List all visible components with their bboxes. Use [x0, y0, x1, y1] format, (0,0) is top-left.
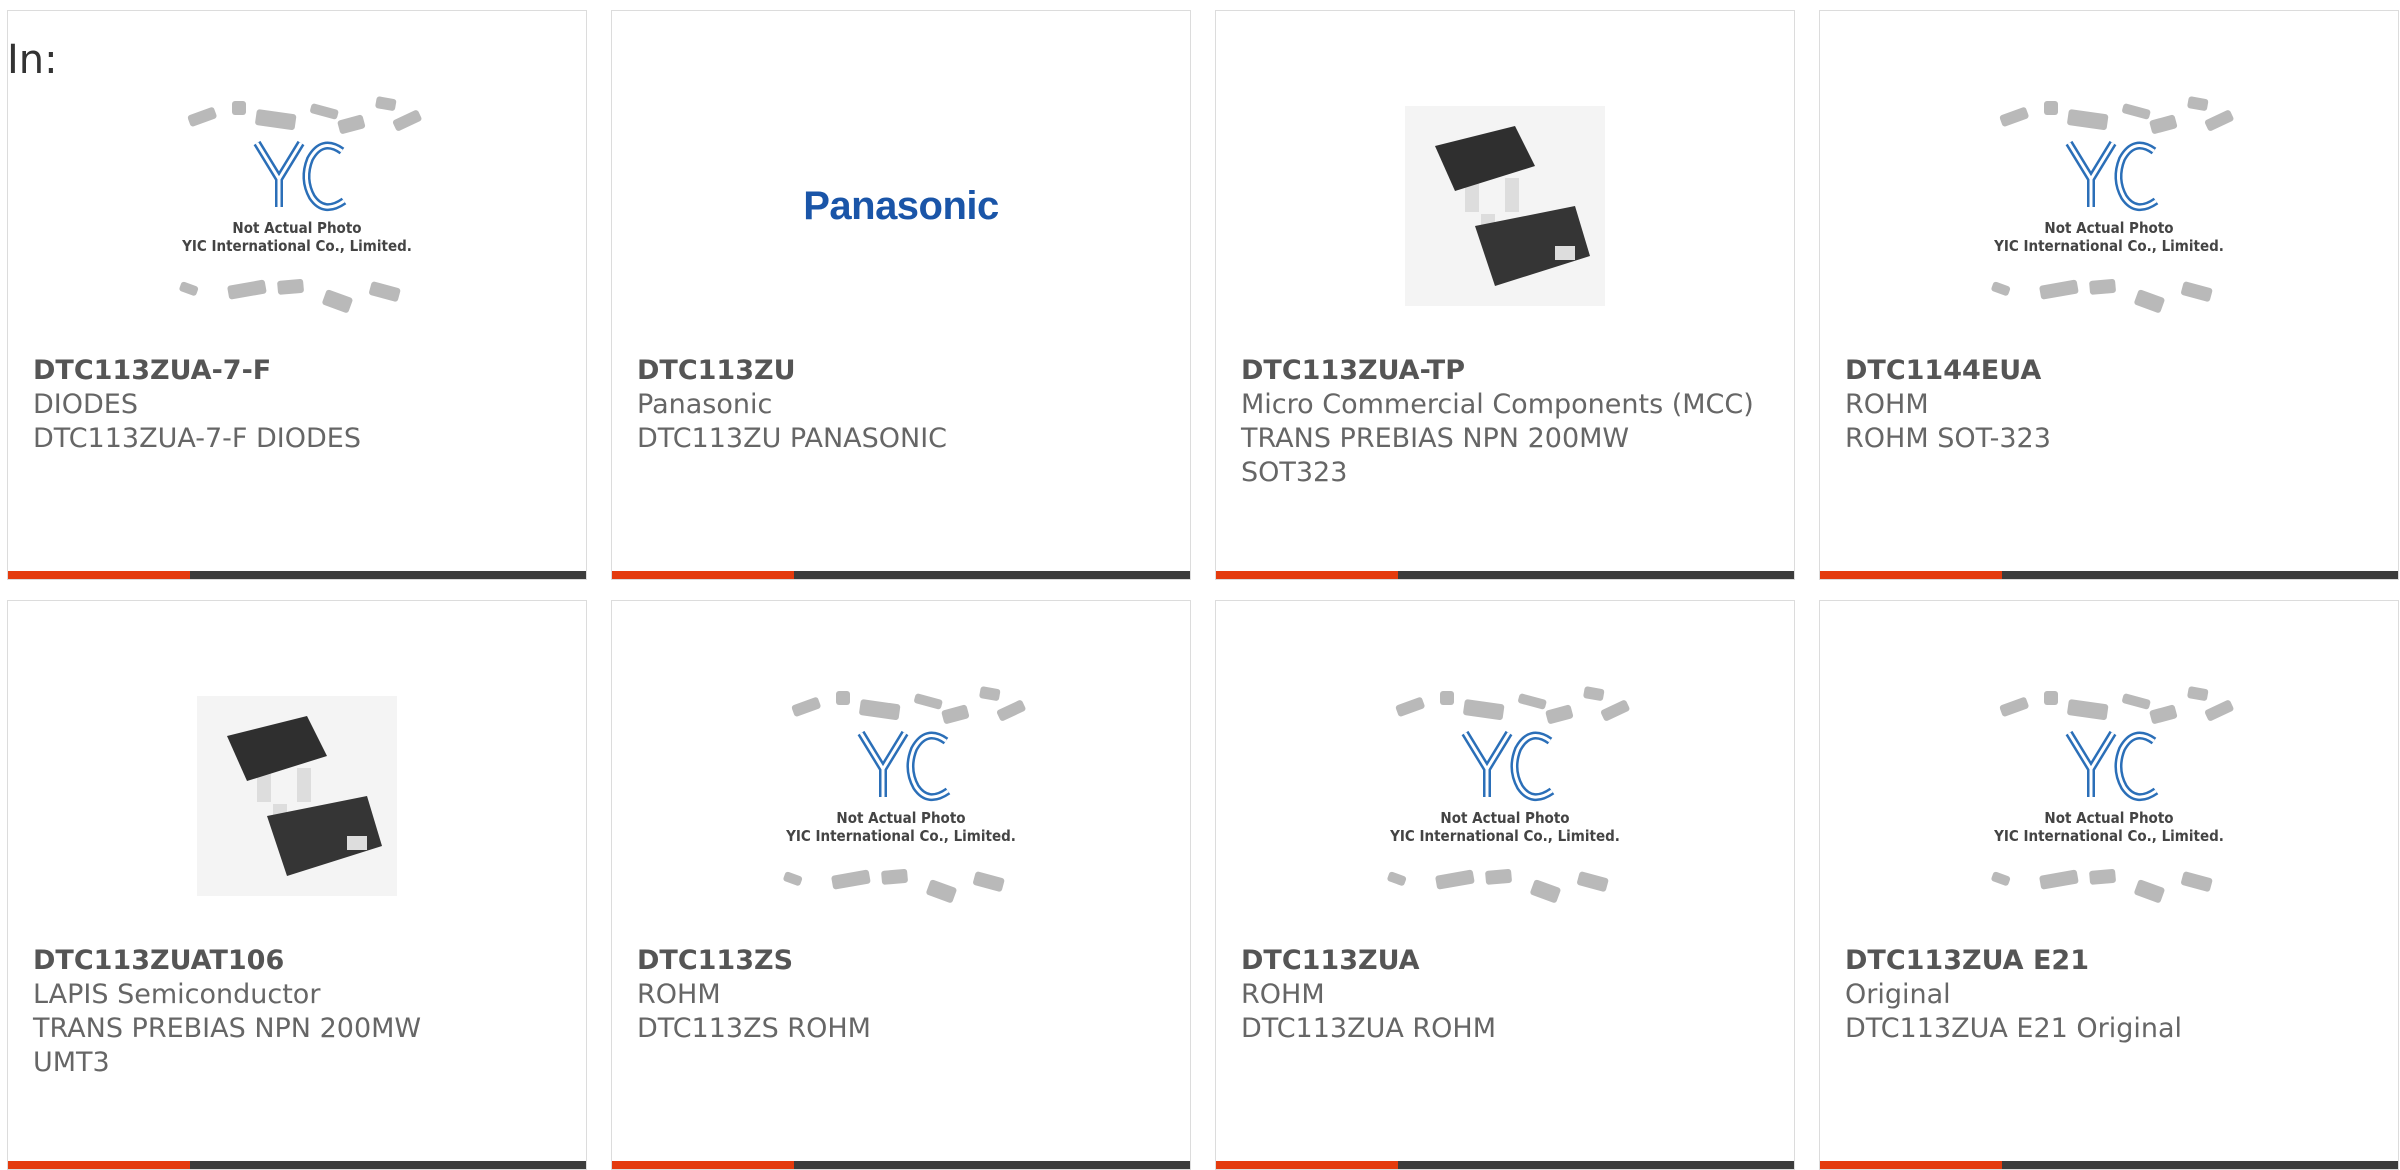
part-number[interactable]: DTC113ZUAT106: [33, 944, 566, 978]
product-info: DTC113ZUA E21 Original DTC113ZUA E21 Ori…: [1845, 944, 2378, 1046]
part-number[interactable]: DTC113ZU: [637, 354, 1170, 388]
product-info: DTC1144EUA ROHM ROHM SOT-323: [1845, 354, 2378, 456]
description: DTC113ZU PANASONIC: [637, 423, 948, 454]
part-number[interactable]: DTC1144EUA: [1845, 354, 2378, 388]
placeholder-line1: Not Actual Photo: [2044, 809, 2173, 827]
manufacturer: Panasonic: [637, 389, 773, 420]
manufacturer: ROHM: [1241, 979, 1325, 1010]
manufacturer: DIODES: [33, 389, 138, 420]
placeholder-line1: Not Actual Photo: [232, 219, 361, 237]
yic-placeholder-icon: Not Actual PhotoYIC International Co., L…: [179, 96, 422, 313]
manufacturer: ROHM: [1845, 389, 1929, 420]
placeholder-line2: YIC International Co., Limited.: [1993, 237, 2224, 255]
placeholder-line1: Not Actual Photo: [836, 809, 965, 827]
description: DTC113ZUA-7-F DIODES: [33, 423, 361, 454]
product-card[interactable]: DTC113ZUAT106 LAPIS Semiconductor TRANS …: [7, 600, 587, 1170]
placeholder-line1: Not Actual Photo: [1440, 809, 1569, 827]
product-info: DTC113ZUA-7-F DIODES DTC113ZUA-7-F DIODE…: [33, 354, 566, 456]
yic-placeholder-icon: Not Actual PhotoYIC International Co., L…: [1991, 686, 2234, 903]
accent-bar: [612, 1161, 1190, 1169]
product-image: Not Actual Photo YIC International Co., L…: [1216, 651, 1794, 941]
umt3-package-icon: [197, 696, 397, 896]
accent-bar: [1216, 1161, 1794, 1169]
product-card[interactable]: Panasonic DTC113ZU Panasonic DTC113ZU PA…: [611, 10, 1191, 580]
manufacturer: Original: [1845, 979, 1951, 1010]
product-card[interactable]: Not Actual Photo YIC International Co., L…: [1819, 10, 2399, 580]
product-card[interactable]: DTC113ZUA-TP Micro Commercial Components…: [1215, 10, 1795, 580]
accent-bar: [8, 1161, 586, 1169]
product-image: Not Actual Photo YIC International Co., L…: [8, 61, 586, 351]
product-card[interactable]: Not Actual Photo YIC International Co., L…: [1819, 600, 2399, 1170]
description: DTC113ZUA E21 Original: [1845, 1013, 2183, 1044]
part-number[interactable]: DTC113ZUA: [1241, 944, 1774, 978]
product-grid: Not Actual Photo YIC International Co., L…: [7, 10, 2399, 1170]
panasonic-logo: Panasonic: [803, 183, 999, 228]
part-number[interactable]: DTC113ZS: [637, 944, 1170, 978]
placeholder-line2: YIC International Co., Limited.: [181, 237, 412, 255]
product-image: Not Actual Photo YIC International Co., L…: [612, 651, 1190, 941]
product-info: DTC113ZUA ROHM DTC113ZUA ROHM: [1241, 944, 1774, 1046]
product-info: DTC113ZU Panasonic DTC113ZU PANASONIC: [637, 354, 1170, 456]
description: TRANS PREBIAS NPN 200MW SOT323: [1241, 423, 1630, 488]
yic-placeholder-icon: Not Actual PhotoYIC International Co., L…: [1991, 96, 2234, 313]
product-image: Not Actual Photo YIC International Co., L…: [1820, 61, 2398, 351]
description: DTC113ZS ROHM: [637, 1013, 871, 1044]
in-label: In:: [7, 37, 58, 83]
product-card[interactable]: Not Actual Photo YIC International Co., L…: [7, 10, 587, 580]
accent-bar: [612, 571, 1190, 579]
placeholder-line1: Not Actual Photo: [2044, 219, 2173, 237]
accent-bar: [1820, 571, 2398, 579]
manufacturer: ROHM: [637, 979, 721, 1010]
yic-placeholder-icon: Not Actual PhotoYIC International Co., L…: [783, 686, 1026, 903]
product-card[interactable]: Not Actual Photo YIC International Co., L…: [1215, 600, 1795, 1170]
sot323-package-icon: [1405, 106, 1605, 306]
placeholder-line2: YIC International Co., Limited.: [1993, 827, 2224, 845]
manufacturer: Micro Commercial Components (MCC): [1241, 389, 1754, 420]
product-image: [1216, 61, 1794, 351]
product-info: DTC113ZUA-TP Micro Commercial Components…: [1241, 354, 1774, 490]
product-card[interactable]: Not Actual Photo YIC International Co., L…: [611, 600, 1191, 1170]
part-number[interactable]: DTC113ZUA-TP: [1241, 354, 1774, 388]
accent-bar: [1216, 571, 1794, 579]
manufacturer: LAPIS Semiconductor: [33, 979, 321, 1010]
product-image: Not Actual Photo YIC International Co., L…: [1820, 651, 2398, 941]
part-number[interactable]: DTC113ZUA-7-F: [33, 354, 566, 388]
placeholder-line2: YIC International Co., Limited.: [1389, 827, 1620, 845]
accent-bar: [8, 571, 586, 579]
yic-placeholder-icon: Not Actual PhotoYIC International Co., L…: [1387, 686, 1630, 903]
description: ROHM SOT-323: [1845, 423, 2051, 454]
part-number[interactable]: DTC113ZUA E21: [1845, 944, 2378, 978]
accent-bar: [1820, 1161, 2398, 1169]
product-info: DTC113ZUAT106 LAPIS Semiconductor TRANS …: [33, 944, 566, 1080]
description: DTC113ZUA ROHM: [1241, 1013, 1497, 1044]
product-image: [8, 651, 586, 941]
product-info: DTC113ZS ROHM DTC113ZS ROHM: [637, 944, 1170, 1046]
placeholder-line2: YIC International Co., Limited.: [785, 827, 1016, 845]
product-image: Panasonic: [612, 61, 1190, 351]
description: TRANS PREBIAS NPN 200MW UMT3: [33, 1013, 422, 1078]
